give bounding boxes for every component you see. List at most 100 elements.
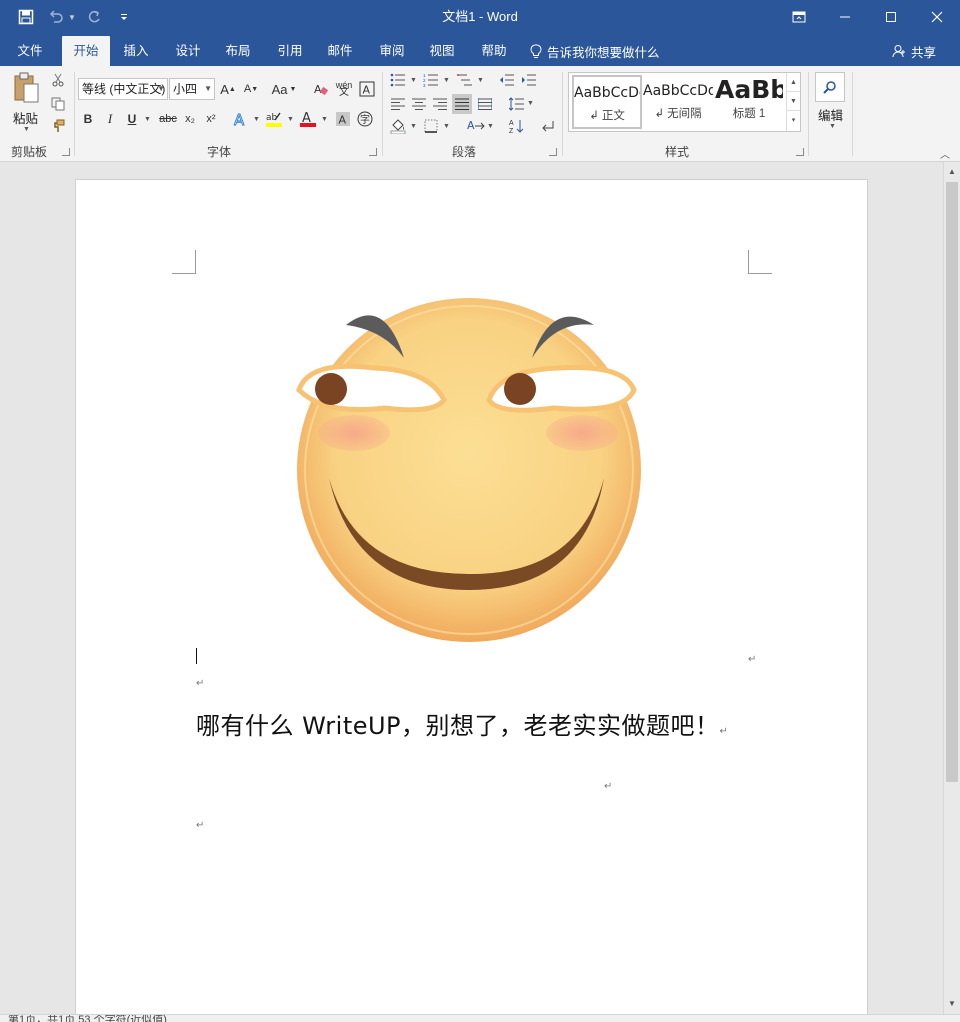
text-effects-icon[interactable]: A: [231, 109, 251, 129]
chevron-down-icon[interactable]: ▼: [527, 100, 534, 107]
increase-indent-icon[interactable]: [519, 70, 539, 90]
sort-icon[interactable]: AZ: [507, 116, 527, 136]
tab-review[interactable]: 审阅: [370, 36, 414, 66]
word-count-status[interactable]: 第1页，共1页 53 个字符(近似值): [8, 1015, 167, 1022]
styles-group-label: 样式: [665, 145, 690, 159]
strikethrough-button[interactable]: abc: [156, 109, 180, 129]
multilevel-list-icon[interactable]: [455, 70, 475, 90]
chevron-down-icon[interactable]: ▼: [829, 123, 836, 130]
chevron-down-icon[interactable]: ▼: [410, 123, 417, 130]
highlight-icon[interactable]: ab: [264, 109, 284, 129]
save-icon[interactable]: [14, 5, 38, 29]
clear-formatting-icon[interactable]: A: [311, 79, 331, 99]
font-color-icon[interactable]: A: [298, 109, 318, 129]
chevron-down-icon[interactable]: ▼: [144, 116, 151, 123]
underline-button[interactable]: U: [122, 109, 142, 129]
numbering-icon[interactable]: 123: [421, 70, 441, 90]
shading-icon[interactable]: [388, 116, 408, 136]
font-name-combo[interactable]: 等线 (中文正文) ▼: [78, 78, 168, 100]
show-paragraph-marks-icon[interactable]: [538, 116, 558, 136]
scroll-down-icon[interactable]: ▼: [944, 996, 960, 1012]
decrease-indent-icon[interactable]: [497, 70, 517, 90]
chevron-down-icon[interactable]: ▼: [321, 116, 328, 123]
tab-insert[interactable]: 插入: [114, 36, 158, 66]
title-bar: ▼ 文档1 - Word: [0, 0, 960, 34]
chevron-down-icon[interactable]: ▼: [410, 77, 417, 84]
font-size-combo[interactable]: 小四 ▼: [169, 78, 215, 100]
character-shading-icon[interactable]: A: [333, 109, 353, 129]
ribbon-display-options-icon[interactable]: [776, 0, 822, 34]
document-area[interactable]: ↵ ↵ 哪有什么 WriteUP，别想了，老老实实做题吧！↵ ↵ ↵: [0, 162, 943, 1014]
shrink-font-icon[interactable]: A ▼: [241, 79, 261, 99]
chevron-down-icon[interactable]: ▼: [477, 77, 484, 84]
collapse-ribbon-icon[interactable]: ︿: [940, 146, 950, 161]
tab-view[interactable]: 视图: [420, 36, 464, 66]
tab-help[interactable]: 帮助: [472, 36, 516, 66]
tell-me-search[interactable]: 告诉我你想要做什么: [530, 36, 660, 66]
distributed-icon[interactable]: [475, 94, 495, 114]
justify-icon[interactable]: [452, 94, 472, 114]
align-center-icon[interactable]: [409, 94, 429, 114]
chinese-layout-icon[interactable]: A: [466, 116, 486, 136]
copy-icon[interactable]: [48, 94, 68, 114]
lightbulb-icon: [530, 43, 542, 58]
smirk-emoji-image[interactable]: [294, 290, 644, 645]
chevron-down-icon[interactable]: ▼: [487, 123, 494, 130]
styles-scroll-down-icon[interactable]: ▼: [787, 92, 800, 111]
tab-design[interactable]: 设计: [166, 36, 210, 66]
tab-home[interactable]: 开始: [62, 36, 110, 66]
tab-references[interactable]: 引用: [268, 36, 312, 66]
paragraph-launcher-icon[interactable]: [549, 148, 557, 156]
italic-button[interactable]: I: [100, 109, 120, 129]
paste-button[interactable]: 粘贴 ▼: [10, 72, 44, 133]
svg-text:Z: Z: [509, 128, 514, 134]
bullets-icon[interactable]: [388, 70, 408, 90]
scrollbar-thumb[interactable]: [946, 182, 958, 782]
chevron-down-icon[interactable]: ▼: [287, 116, 294, 123]
vertical-scrollbar[interactable]: ▲ ▼: [943, 162, 960, 1014]
person-icon: [892, 45, 905, 58]
style-heading-1[interactable]: AaBb 标题 1: [715, 75, 783, 129]
change-case-button[interactable]: Aa ▼: [270, 79, 298, 99]
redo-icon[interactable]: [82, 5, 106, 29]
share-button[interactable]: 共享: [892, 36, 936, 66]
phonetic-guide-icon[interactable]: wén 文: [334, 79, 354, 99]
clipboard-launcher-icon[interactable]: [62, 148, 70, 156]
superscript-button[interactable]: x²: [201, 109, 221, 129]
enclose-characters-icon[interactable]: 字: [355, 109, 375, 129]
scroll-up-icon[interactable]: ▲: [944, 164, 960, 180]
paste-dropdown-icon[interactable]: ▼: [23, 126, 30, 133]
style-no-spacing[interactable]: AaBbCcDd ↲ 无间隔: [643, 75, 713, 129]
borders-icon[interactable]: [421, 116, 441, 136]
customize-qat-icon[interactable]: [112, 5, 136, 29]
close-icon[interactable]: [914, 0, 960, 34]
bold-button[interactable]: B: [78, 109, 98, 129]
format-painter-icon[interactable]: [48, 116, 68, 136]
subscript-button[interactable]: x₂: [180, 109, 200, 129]
style-normal[interactable]: AaBbCcDd ↲ 正文: [572, 75, 642, 129]
document-body-text[interactable]: 哪有什么 WriteUP，别想了，老老实实做题吧！↵: [196, 706, 728, 741]
find-button[interactable]: [815, 72, 845, 102]
grow-font-icon[interactable]: A ▲: [218, 79, 238, 99]
minimize-icon[interactable]: [822, 0, 868, 34]
styles-more-icon[interactable]: ▾: [787, 111, 800, 130]
cut-icon[interactable]: [48, 70, 68, 90]
font-launcher-icon[interactable]: [369, 148, 377, 156]
chevron-down-icon[interactable]: ▼: [443, 77, 450, 84]
styles-launcher-icon[interactable]: [796, 148, 804, 156]
tab-file[interactable]: 文件: [8, 36, 52, 66]
align-right-icon[interactable]: [430, 94, 450, 114]
document-page[interactable]: ↵ ↵ 哪有什么 WriteUP，别想了，老老实实做题吧！↵ ↵ ↵: [75, 179, 868, 1014]
editing-label[interactable]: 编辑: [818, 105, 843, 124]
styles-scroll-up-icon[interactable]: ▲: [787, 73, 800, 92]
character-border-icon[interactable]: A: [357, 79, 377, 99]
tab-layout[interactable]: 布局: [216, 36, 260, 66]
line-spacing-icon[interactable]: [507, 94, 527, 114]
chevron-down-icon[interactable]: ▼: [253, 116, 260, 123]
undo-icon[interactable]: [44, 5, 68, 29]
maximize-icon[interactable]: [868, 0, 914, 34]
chevron-down-icon[interactable]: ▼: [443, 123, 450, 130]
align-left-icon[interactable]: [388, 94, 408, 114]
undo-dropdown-icon[interactable]: ▼: [68, 13, 76, 22]
tab-mailings[interactable]: 邮件: [318, 36, 362, 66]
